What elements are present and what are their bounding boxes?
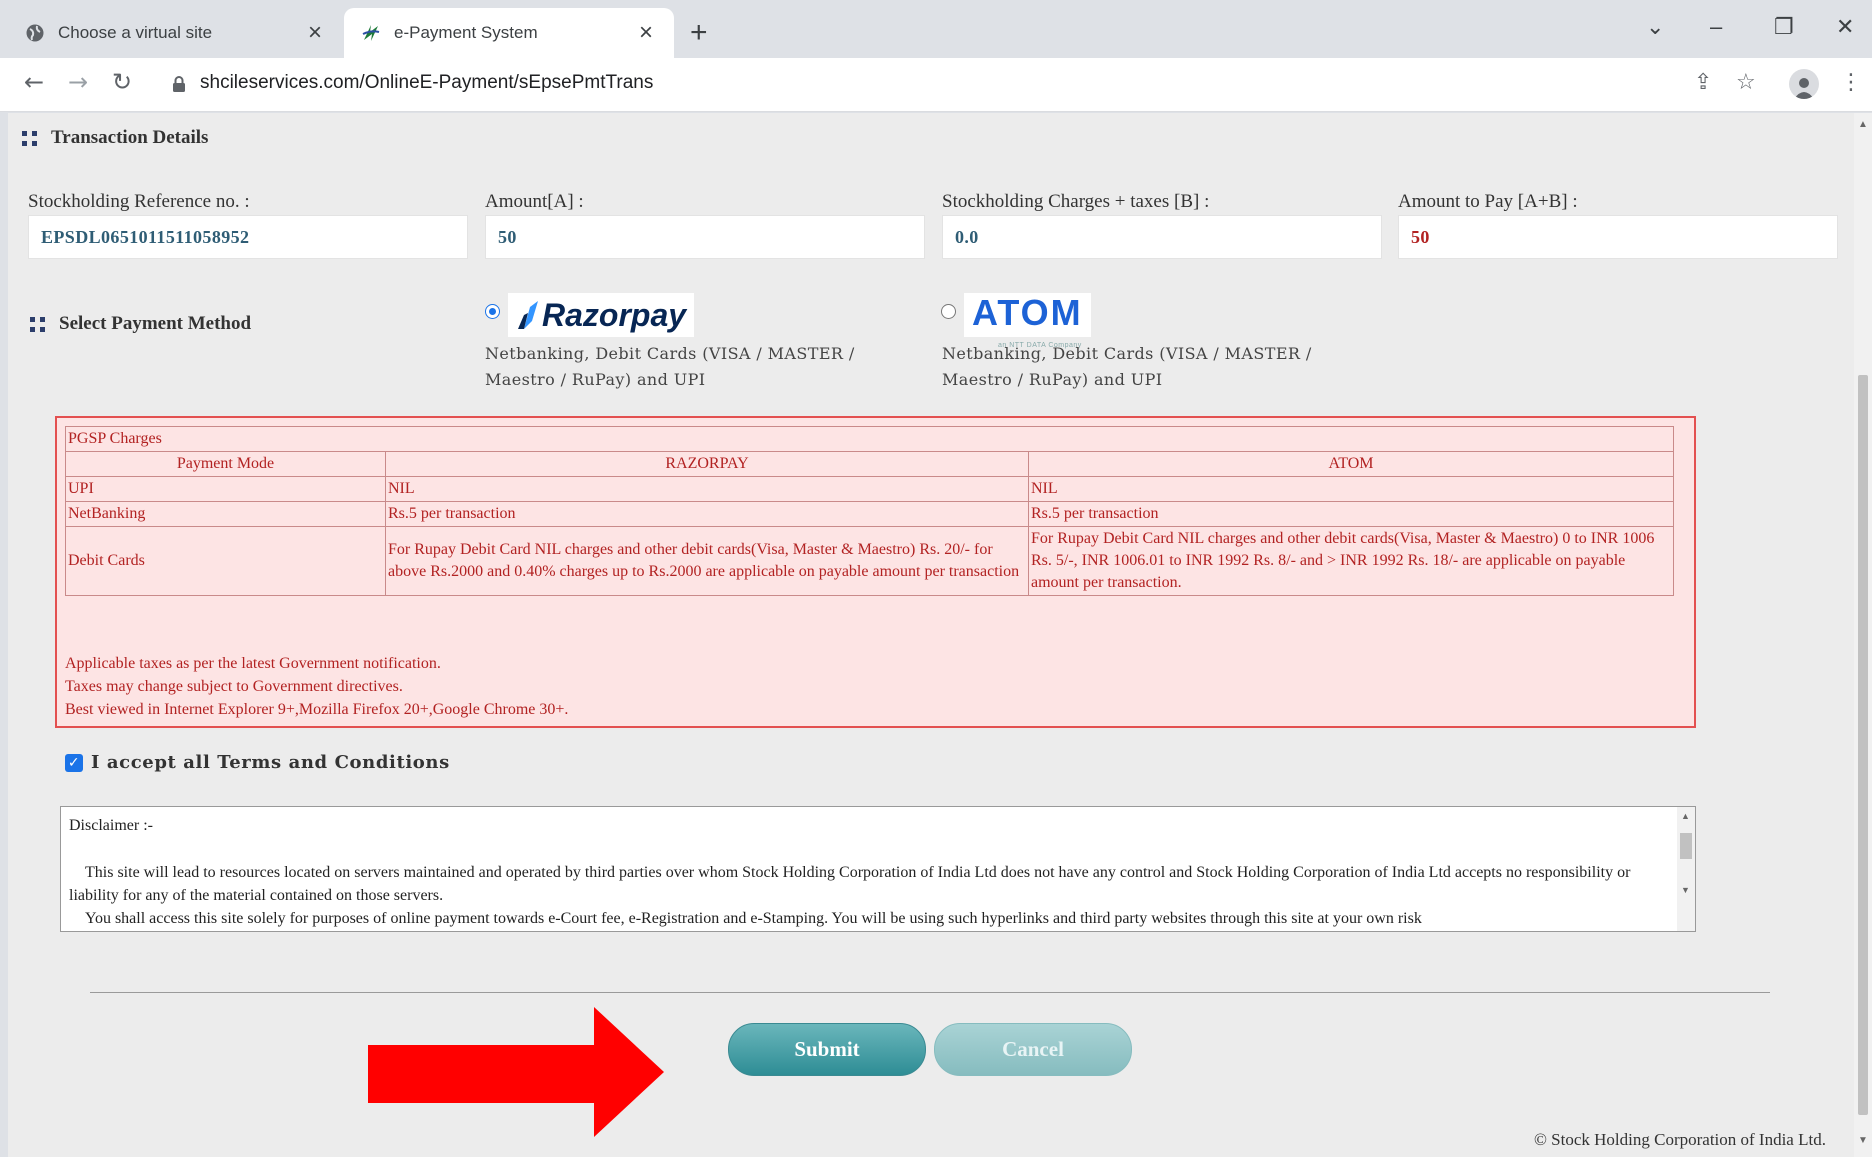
reload-icon[interactable]: ↻ xyxy=(112,68,132,96)
amount-label: Amount[A] : xyxy=(485,191,584,212)
disclaimer-title: Disclaimer :- xyxy=(69,817,153,834)
table-cell: For Rupay Debit Card NIL charges and oth… xyxy=(385,526,1029,596)
table-row: NetBanking Rs.5 per transaction Rs.5 per… xyxy=(65,501,1674,527)
razorpay-logo[interactable]: Razorpay xyxy=(508,293,695,337)
forward-icon[interactable]: → xyxy=(68,68,88,96)
red-arrow-annotation xyxy=(368,1007,664,1137)
grip-dots-icon xyxy=(30,316,45,332)
terms-checkbox-row[interactable]: ✓ I accept all Terms and Conditions xyxy=(65,752,450,773)
table-header-row: Payment Mode RAZORPAY ATOM xyxy=(65,451,1674,477)
lock-icon[interactable] xyxy=(172,75,186,93)
grip-dots-icon xyxy=(22,130,37,146)
disclaimer-textarea[interactable]: Disclaimer :- This site will lead to res… xyxy=(60,806,1696,932)
new-tab-icon[interactable]: + xyxy=(690,16,708,50)
table-cell: NIL xyxy=(1028,476,1674,502)
column-header: Payment Mode xyxy=(65,451,386,477)
charges-label: Stockholding Charges + taxes [B] : xyxy=(942,191,1210,212)
footer-copyright: © Stock Holding Corporation of India Ltd… xyxy=(1534,1130,1826,1149)
terms-checkbox[interactable]: ✓ xyxy=(65,753,83,772)
scroll-thumb[interactable] xyxy=(1858,375,1868,1115)
browser-tabstrip: Choose a virtual site × e-Payment System… xyxy=(0,0,1872,58)
pgsp-notes: Applicable taxes as per the latest Gover… xyxy=(65,655,569,718)
amount-field: 50 xyxy=(485,215,925,259)
table-cell: NIL xyxy=(385,476,1029,502)
atom-description: Netbanking, Debit Cards (VISA / MASTER /… xyxy=(942,344,1312,389)
tab-choose-virtual-site[interactable]: Choose a virtual site × xyxy=(8,8,343,58)
close-icon[interactable]: × xyxy=(303,19,327,47)
scroll-down-icon[interactable]: ▼ xyxy=(1681,885,1690,895)
transaction-details-title: Transaction Details xyxy=(22,127,208,149)
disclaimer-body: This site will lead to resources located… xyxy=(69,864,1631,927)
address-bar[interactable]: shcileservices.com/OnlineE-Payment/sEpse… xyxy=(200,72,653,94)
column-header: ATOM xyxy=(1028,451,1674,477)
table-cell: Rs.5 per transaction xyxy=(385,501,1029,527)
tab-label: e-Payment System xyxy=(394,23,538,42)
page-scrollbar[interactable]: ▲ ▼ xyxy=(1854,113,1872,1157)
share-icon[interactable]: ⇪ xyxy=(1694,70,1712,95)
scroll-up-icon[interactable]: ▲ xyxy=(1858,119,1868,130)
charges-field: 0.0 xyxy=(942,215,1382,259)
minimize-icon[interactable]: – xyxy=(1710,14,1722,40)
atom-radio[interactable] xyxy=(941,304,956,319)
more-menu-icon[interactable]: ⋮ xyxy=(1840,70,1862,95)
razorpay-radio[interactable] xyxy=(485,304,500,319)
razorpay-description: Netbanking, Debit Cards (VISA / MASTER /… xyxy=(485,344,855,389)
table-cell: Debit Cards xyxy=(65,526,386,596)
pgsp-charges-table: PGSP Charges Payment Mode RAZORPAY ATOM … xyxy=(65,426,1674,596)
restore-icon[interactable]: ❐ xyxy=(1774,14,1794,40)
scroll-down-icon[interactable]: ▼ xyxy=(1858,1135,1868,1146)
table-cell: For Rupay Debit Card NIL charges and oth… xyxy=(1028,526,1674,596)
tab-e-payment-system[interactable]: e-Payment System × xyxy=(344,8,674,58)
table-row: Debit Cards For Rupay Debit Card NIL cha… xyxy=(65,526,1674,596)
divider xyxy=(90,992,1770,993)
close-icon[interactable]: × xyxy=(634,19,658,47)
pgsp-charges-panel: PGSP Charges Payment Mode RAZORPAY ATOM … xyxy=(55,416,1696,728)
submit-button[interactable]: Submit xyxy=(728,1023,926,1076)
reference-no-label: Stockholding Reference no. : xyxy=(28,191,250,212)
reference-no-field: EPSDL0651011511058952 xyxy=(28,215,468,259)
globe-icon xyxy=(24,22,46,44)
razorpay-mark-icon xyxy=(518,301,538,329)
table-cell: Rs.5 per transaction xyxy=(1028,501,1674,527)
profile-avatar-icon[interactable] xyxy=(1789,69,1819,99)
column-header: RAZORPAY xyxy=(385,451,1029,477)
table-cell: UPI xyxy=(65,476,386,502)
terms-label: I accept all Terms and Conditions xyxy=(91,752,450,773)
browser-toolbar: ← → ↻ shcileservices.com/OnlineE-Payment… xyxy=(0,58,1872,112)
window-close-icon[interactable]: ✕ xyxy=(1836,14,1854,40)
back-icon[interactable]: ← xyxy=(24,68,44,96)
amount-to-pay-field: 50 xyxy=(1398,215,1838,259)
bookmark-star-icon[interactable]: ☆ xyxy=(1736,70,1756,95)
table-row: UPI NIL NIL xyxy=(65,476,1674,502)
atom-logo[interactable]: ATOM an NTT DATA Company xyxy=(964,293,1091,349)
table-cell: NetBanking xyxy=(65,501,386,527)
pgsp-caption: PGSP Charges xyxy=(65,426,1674,452)
tab-label: Choose a virtual site xyxy=(58,23,213,42)
chevron-down-icon[interactable]: ⌄ xyxy=(1646,14,1664,40)
scroll-up-icon[interactable]: ▲ xyxy=(1681,811,1690,821)
disclaimer-scrollbar[interactable]: ▲ ▼ xyxy=(1677,807,1695,931)
site-favicon-icon xyxy=(360,22,382,44)
scroll-thumb[interactable] xyxy=(1680,833,1692,859)
amount-to-pay-label: Amount to Pay [A+B] : xyxy=(1398,191,1578,212)
select-payment-method-title: Select Payment Method xyxy=(30,313,251,335)
cancel-button[interactable]: Cancel xyxy=(934,1023,1132,1076)
